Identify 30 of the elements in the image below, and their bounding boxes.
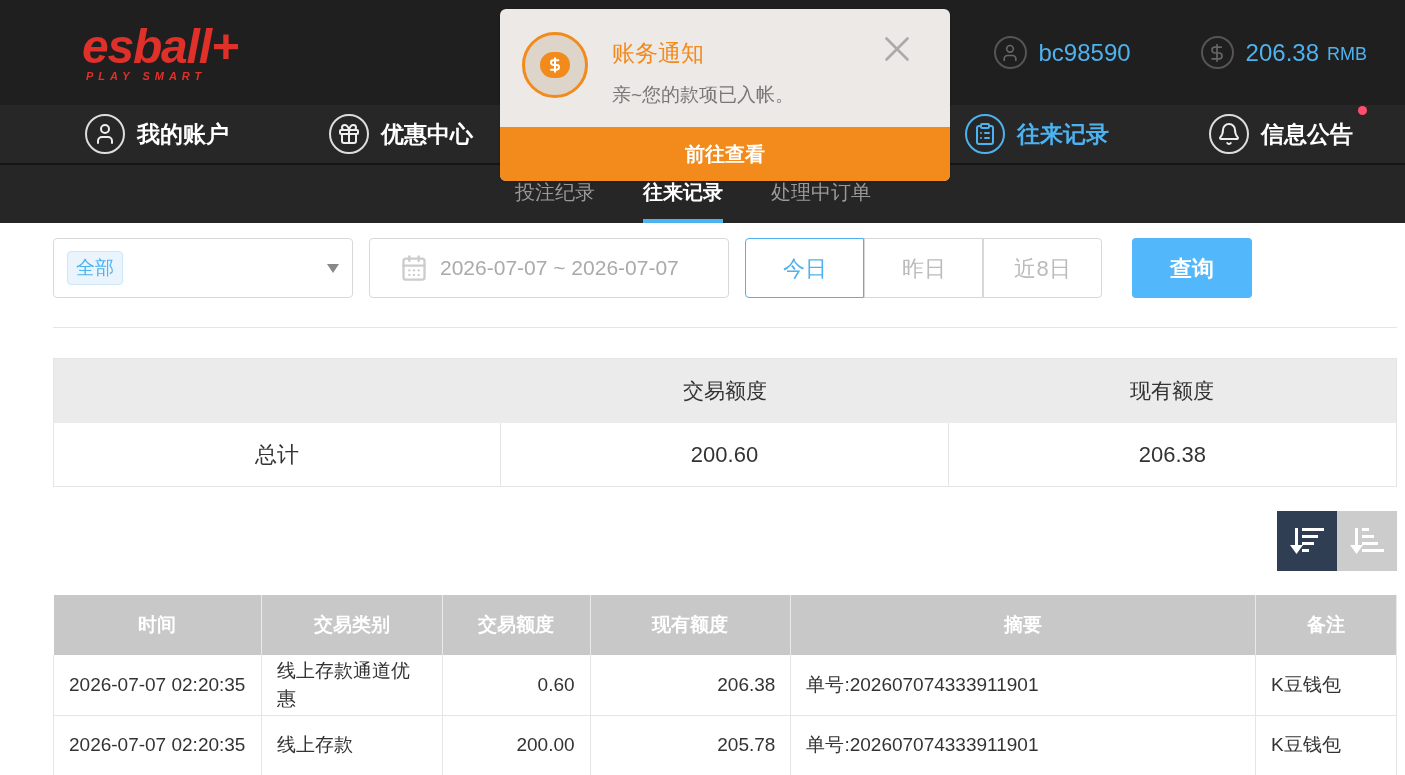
table-cell: K豆钱包 (1255, 655, 1397, 715)
table-cell: 205.78 (590, 715, 791, 775)
table-cell: 单号:202607074333911901 (790, 655, 1256, 715)
summary-label: 总计 (54, 423, 502, 486)
username[interactable]: bc98590 (1038, 34, 1131, 71)
summary-header: 现有额度 (1129, 378, 1216, 405)
table-cell: 单号:202607074333911901 (790, 715, 1256, 775)
balance: 206.38 (1245, 37, 1319, 68)
date-range-value: 2026-07-07 ~ 2026-07-07 (440, 255, 679, 282)
nav-item[interactable]: 我的账户 (85, 114, 229, 154)
nav-item[interactable]: 优惠中心 (329, 114, 473, 154)
table-cell: 206.38 (590, 655, 791, 715)
table-cell: K豆钱包 (1255, 715, 1397, 775)
table-cell: 线上存款 (261, 715, 443, 775)
notification-title: 账务通知 (612, 39, 705, 68)
nav-item[interactable]: 往来记录 (965, 114, 1109, 154)
summary-header: 交易额度 (682, 378, 768, 405)
table-cell: 0.60 (442, 655, 591, 715)
table-cell: 线上存款通道优惠 (261, 655, 443, 715)
table-cell: 2026-07-07 02:20:35 (53, 655, 262, 715)
nav-item[interactable]: 信息公告 (1209, 114, 1353, 154)
logo-tagline: PLAY SMART (86, 71, 208, 82)
notification-message: 亲~您的款项已入帐。 (612, 82, 795, 107)
table-cell: 200.00 (442, 715, 591, 775)
table-cell: 2026-07-07 02:20:35 (53, 715, 262, 775)
currency: RMB (1327, 43, 1367, 66)
logo[interactable]: esball+ (82, 23, 238, 71)
summary-value: 200.60 (501, 423, 949, 486)
type-tag: 全部 (67, 250, 123, 286)
summary-value: 206.38 (1137, 441, 1207, 469)
